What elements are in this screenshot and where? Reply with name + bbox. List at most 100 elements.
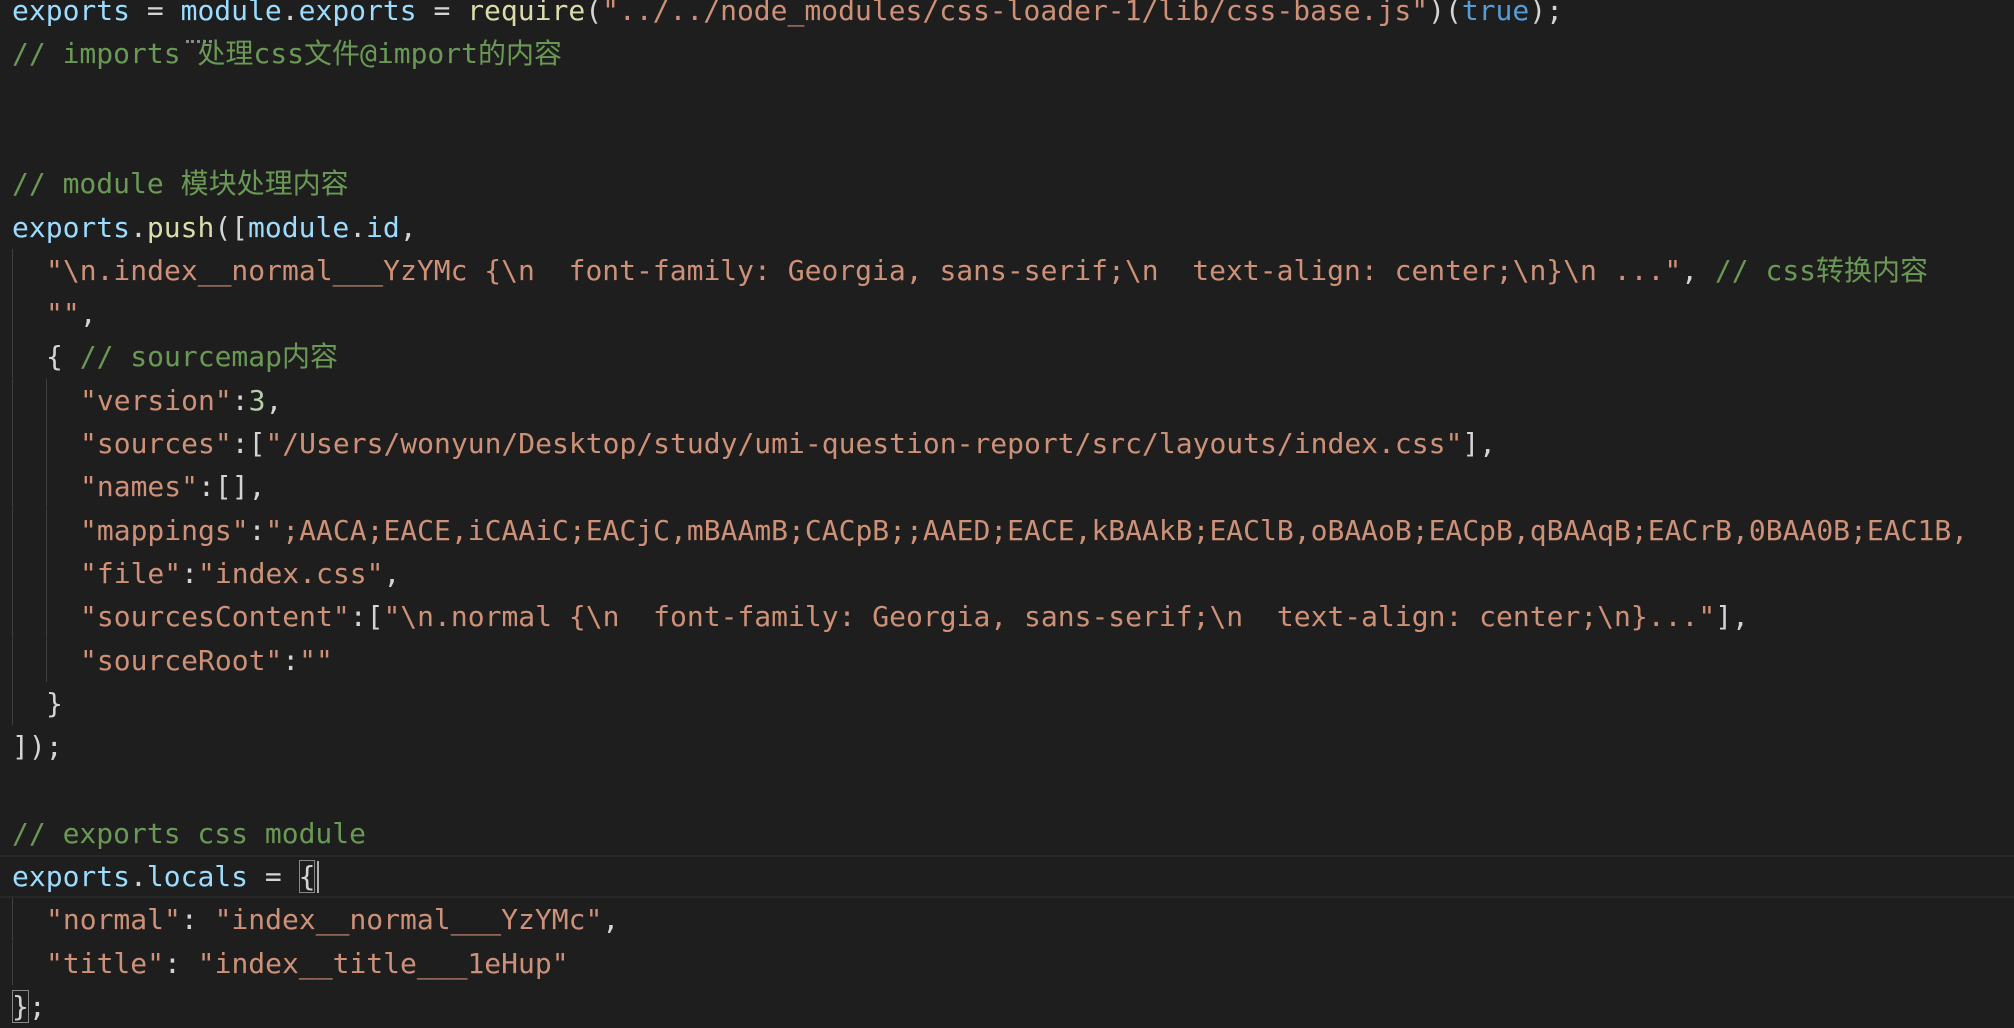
code-line[interactable]: "sourcesContent":["\n.normal {\n font-fa… xyxy=(0,595,2014,639)
indent-guide xyxy=(12,422,13,465)
code-line[interactable]: "file":"index.css", xyxy=(0,551,2014,595)
code-token: // module 模块处理内容 xyxy=(12,167,349,201)
code-token: "index__normal___YzYMc" xyxy=(214,903,603,937)
code-token: "sourcesContent" xyxy=(80,600,350,634)
code-token: = xyxy=(248,860,299,893)
code-line[interactable] xyxy=(0,119,2014,162)
code-token: "\n.index__normal___YzYMc {\n font-famil… xyxy=(46,253,1682,287)
indent-guide xyxy=(12,898,13,942)
code-line[interactable]: "title": "index__title___1eHup" xyxy=(0,941,2014,985)
code-token: "names" xyxy=(80,470,199,504)
indent-guide xyxy=(12,248,13,292)
code-token: "" xyxy=(46,297,80,331)
code-token: // sourcemap内容 xyxy=(79,340,339,374)
code-token: = xyxy=(416,0,468,27)
indent-guide xyxy=(12,638,13,682)
code-line-content: "sourceRoot":"" xyxy=(80,639,333,682)
code-line[interactable]: // imports 处理css文件@import的内容 xyxy=(0,32,2014,75)
code-token: { xyxy=(298,860,316,893)
code-line-content: // module 模块处理内容 xyxy=(12,162,349,205)
code-line[interactable]: "names":[], xyxy=(0,465,2014,509)
indent-guide xyxy=(12,508,13,552)
code-token: "version" xyxy=(80,383,232,417)
indent-guide xyxy=(12,941,13,985)
code-line[interactable]: "\n.index__normal___YzYMc {\n font-famil… xyxy=(0,248,2014,292)
code-token: locals xyxy=(146,860,249,893)
code-line[interactable]: ]); xyxy=(0,725,2014,768)
code-line[interactable]: exports = module.exports = require("../.… xyxy=(0,0,2014,32)
indent-guide xyxy=(12,465,13,509)
code-line[interactable]: // module 模块处理内容 xyxy=(0,162,2014,205)
indent-guide xyxy=(46,508,47,552)
code-line[interactable] xyxy=(0,76,2014,119)
code-line-content: "", xyxy=(46,292,97,335)
code-line[interactable]: "sourceRoot":"" xyxy=(0,638,2014,682)
code-line[interactable]: "version":3, xyxy=(0,378,2014,422)
code-token: 3 xyxy=(248,383,266,417)
indent-guide xyxy=(12,292,13,336)
code-line-content: // exports css module xyxy=(12,812,366,855)
code-token: , xyxy=(602,903,620,937)
code-token: exports xyxy=(12,210,131,244)
code-token: , xyxy=(383,556,401,590)
code-token: } xyxy=(46,686,63,720)
code-token: , xyxy=(265,383,283,417)
code-line-content: }; xyxy=(12,985,46,1028)
text-cursor xyxy=(317,861,319,893)
code-token: "mappings" xyxy=(80,513,249,547)
indent-guide xyxy=(12,551,13,595)
indent-guide xyxy=(12,335,13,379)
code-line-content: exports = module.exports = require("../.… xyxy=(12,0,1563,32)
indent-guide xyxy=(12,378,13,422)
code-line[interactable]: } xyxy=(0,681,2014,725)
code-token: : xyxy=(231,383,249,417)
code-token: . xyxy=(130,860,147,893)
code-line[interactable]: }; xyxy=(0,985,2014,1028)
code-token: :[ xyxy=(231,427,266,460)
code-token: . xyxy=(130,210,147,244)
code-line[interactable]: "sources":["/Users/wonyun/Desktop/study/… xyxy=(0,422,2014,465)
code-token: "\n.normal {\n font-family: Georgia, san… xyxy=(383,600,1716,634)
code-token: , xyxy=(399,210,417,244)
indent-guide xyxy=(46,638,47,682)
code-token: , xyxy=(1681,253,1715,287)
code-editor[interactable]: exports = module.exports = require("../.… xyxy=(0,0,2014,1023)
code-line[interactable]: { // sourcemap内容 xyxy=(0,335,2014,379)
code-token: : xyxy=(164,946,198,980)
code-line[interactable]: "normal": "index__normal___YzYMc", xyxy=(0,898,2014,942)
code-token: // imports 处理css文件@import的内容 xyxy=(12,37,563,71)
code-token: :[ xyxy=(349,600,384,634)
code-line-content: { // sourcemap内容 xyxy=(46,335,338,378)
code-line[interactable]: // exports css module xyxy=(0,812,2014,855)
code-line-content: "title": "index__title___1eHup" xyxy=(46,942,569,985)
code-token: require xyxy=(467,0,586,27)
indent-guide xyxy=(12,595,13,639)
code-line-content: ]); xyxy=(12,725,63,768)
indent-guide xyxy=(12,681,13,725)
code-line-content: exports.push([module.id, xyxy=(12,206,417,249)
code-token: ); xyxy=(1529,0,1563,27)
code-token: module xyxy=(180,0,282,27)
indent-guide xyxy=(46,422,47,465)
code-token: // exports css module xyxy=(12,816,367,850)
code-token: = xyxy=(130,0,181,27)
code-token: exports xyxy=(12,860,131,893)
code-token: { xyxy=(46,340,80,374)
code-line[interactable] xyxy=(0,768,2014,811)
code-token: "index__title___1eHup" xyxy=(197,946,569,980)
code-token: id xyxy=(366,210,400,244)
code-line[interactable]: exports.locals = { xyxy=(0,855,2014,898)
code-token: : xyxy=(181,556,199,590)
code-token: "" xyxy=(299,643,333,677)
code-line-content: "mappings":";AACA;EACE,iCAAiC;EACjC,mBAA… xyxy=(80,509,1968,552)
code-line[interactable]: "", xyxy=(0,292,2014,336)
code-token: "sources" xyxy=(80,427,232,460)
code-line[interactable]: "mappings":";AACA;EACE,iCAAiC;EACjC,mBAA… xyxy=(0,508,2014,552)
code-token: ( xyxy=(585,0,603,27)
code-line-content: "sourcesContent":["\n.normal {\n font-fa… xyxy=(80,595,1749,638)
code-token: ; xyxy=(28,989,46,1023)
code-token: . xyxy=(349,210,367,244)
code-token: "title" xyxy=(46,946,165,980)
code-line[interactable]: exports.push([module.id, xyxy=(0,206,2014,249)
code-line-content: "normal": "index__normal___YzYMc", xyxy=(46,898,619,941)
